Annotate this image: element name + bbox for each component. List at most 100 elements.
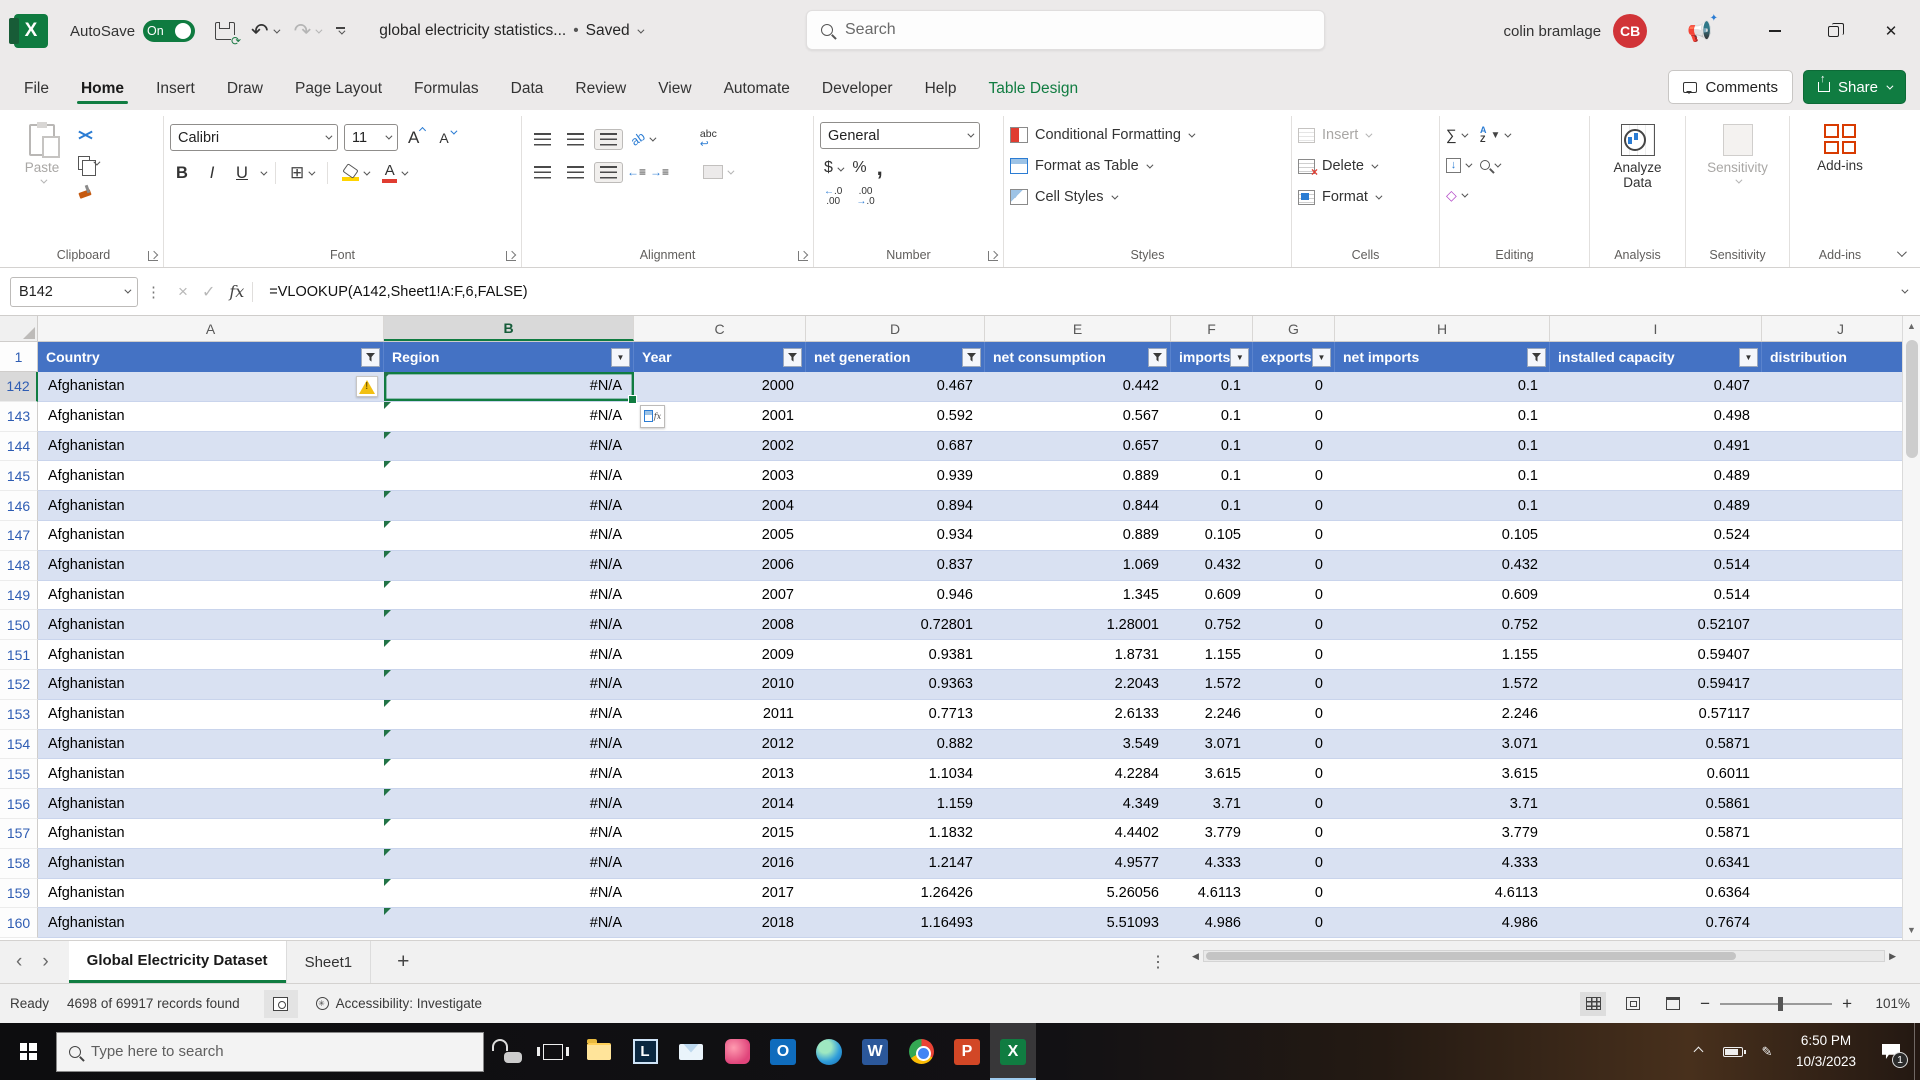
cell[interactable]: #N/A: [384, 640, 634, 669]
cell[interactable]: #N/A: [384, 729, 634, 759]
scroll-right-arrow[interactable]: ▶: [1889, 951, 1896, 962]
cell[interactable]: 3.615: [1171, 759, 1253, 788]
cell[interactable]: 5.51093: [985, 908, 1171, 937]
vertical-scrollbar[interactable]: ▲ ▼: [1902, 316, 1920, 940]
cell[interactable]: Afghanistan: [38, 908, 384, 937]
alignment-dialog-launcher[interactable]: [798, 251, 808, 261]
filter-dropdown-icon[interactable]: ▼: [1230, 347, 1250, 367]
decrease-indent-button[interactable]: ←≡: [627, 165, 646, 179]
accessibility-status[interactable]: Accessibility: Investigate: [315, 996, 482, 1011]
percent-style-button[interactable]: %: [852, 159, 866, 177]
name-box[interactable]: B142: [10, 276, 138, 307]
filter-applied-icon[interactable]: [783, 347, 802, 367]
horizontal-scroll-thumb[interactable]: [1205, 952, 1737, 960]
cell[interactable]: Afghanistan: [38, 461, 384, 490]
grow-font-button[interactable]: A: [404, 126, 429, 148]
cell[interactable]: Afghanistan: [38, 819, 384, 848]
font-dialog-launcher[interactable]: [506, 251, 516, 261]
cell[interactable]: 0: [1253, 610, 1335, 639]
cell[interactable]: 0: [1253, 849, 1335, 878]
column-header-H[interactable]: H: [1335, 316, 1550, 341]
cell[interactable]: 3.71: [1171, 789, 1253, 818]
notification-center-button[interactable]: 1: [1868, 1023, 1914, 1080]
zoom-out-button[interactable]: −: [1700, 994, 1710, 1014]
page-layout-view-button[interactable]: [1620, 992, 1646, 1016]
cell[interactable]: 0.946: [806, 581, 985, 610]
cell[interactable]: 1.26426: [806, 879, 985, 908]
cell[interactable]: [1762, 610, 1920, 639]
cell[interactable]: 4.2284: [985, 759, 1171, 788]
taskbar-app-file-explorer-icon[interactable]: [576, 1023, 622, 1080]
taskbar-app-task-view-icon[interactable]: [530, 1023, 576, 1080]
cell[interactable]: 0: [1253, 908, 1335, 937]
cell[interactable]: 4.9577: [985, 849, 1171, 878]
cell[interactable]: 2014: [634, 789, 806, 818]
cell[interactable]: Afghanistan: [38, 730, 384, 759]
formula-input[interactable]: =VLOOKUP(A142,Sheet1!A:F,6,FALSE): [261, 284, 1893, 300]
autosave-control[interactable]: AutoSave On: [70, 20, 196, 42]
cell[interactable]: 4.6113: [1171, 879, 1253, 908]
ribbon-tab-page-layout[interactable]: Page Layout: [279, 68, 398, 110]
feedback-megaphone-icon[interactable]: 📢 ✦: [1687, 13, 1718, 44]
number-format-combo[interactable]: General: [820, 122, 980, 149]
align-bottom-button[interactable]: [594, 128, 623, 150]
cell[interactable]: 1.572: [1171, 670, 1253, 699]
cell[interactable]: 0.609: [1335, 581, 1550, 610]
cell[interactable]: 0.105: [1335, 521, 1550, 550]
hidden-icons-button[interactable]: [1682, 1023, 1716, 1080]
cell[interactable]: 2010: [634, 670, 806, 699]
ribbon-tab-file[interactable]: File: [8, 68, 65, 110]
taskbar-app-mail-icon[interactable]: [668, 1023, 714, 1080]
cell[interactable]: 4.333: [1171, 849, 1253, 878]
row-header-146[interactable]: 146: [0, 491, 38, 521]
cell[interactable]: [1762, 819, 1920, 848]
cell[interactable]: 0.5861: [1550, 789, 1762, 818]
cell[interactable]: 0.5871: [1550, 730, 1762, 759]
row-header-1[interactable]: 1: [0, 342, 38, 372]
cell[interactable]: 0.1: [1171, 491, 1253, 520]
cell[interactable]: 0.1: [1335, 432, 1550, 461]
scroll-up-arrow[interactable]: ▲: [1903, 316, 1920, 336]
cell[interactable]: 1.069: [985, 551, 1171, 580]
cell[interactable]: 0.1: [1171, 461, 1253, 490]
cell[interactable]: 5.26056: [985, 879, 1171, 908]
filter-applied-icon[interactable]: [1148, 347, 1167, 367]
cell[interactable]: 0.407: [1550, 372, 1762, 401]
horizontal-scrollbar[interactable]: ◀ ▶: [1192, 949, 1896, 963]
cell[interactable]: 0.514: [1550, 581, 1762, 610]
table-header-distribution[interactable]: distribution: [1762, 342, 1920, 372]
autosum-button[interactable]: ∑: [1446, 124, 1470, 146]
cell[interactable]: 1.2147: [806, 849, 985, 878]
taskbar-app-excel-icon[interactable]: X: [990, 1023, 1036, 1080]
cell[interactable]: 3.71: [1335, 789, 1550, 818]
chevron-down-icon[interactable]: [260, 168, 268, 176]
cell[interactable]: 3.549: [985, 730, 1171, 759]
find-select-button[interactable]: [1480, 154, 1509, 176]
normal-view-button[interactable]: [1580, 991, 1607, 1016]
cell[interactable]: 2012: [634, 730, 806, 759]
start-button[interactable]: [0, 1023, 56, 1080]
cell[interactable]: Afghanistan: [38, 670, 384, 699]
cell[interactable]: 0.1: [1335, 461, 1550, 490]
cell[interactable]: [1762, 581, 1920, 610]
cell[interactable]: 0.1: [1335, 372, 1550, 401]
cell[interactable]: 0.1: [1171, 372, 1253, 401]
cell[interactable]: 0.1: [1171, 432, 1253, 461]
row-header-155[interactable]: 155: [0, 759, 38, 790]
cell[interactable]: 0: [1253, 640, 1335, 669]
customize-qat-button[interactable]: [336, 27, 346, 35]
cell[interactable]: 0.1: [1171, 402, 1253, 431]
cell[interactable]: 0.57117: [1550, 700, 1762, 729]
zoom-in-button[interactable]: +: [1842, 994, 1852, 1014]
cell[interactable]: 1.155: [1335, 640, 1550, 669]
cell[interactable]: [1762, 730, 1920, 759]
cell[interactable]: #N/A: [384, 610, 634, 639]
increase-indent-button[interactable]: →≡: [650, 165, 669, 179]
orientation-button[interactable]: ab: [627, 126, 658, 152]
filter-applied-icon[interactable]: [361, 347, 380, 367]
column-header-E[interactable]: E: [985, 316, 1171, 341]
clock[interactable]: 6:50 PM 10/3/2023: [1784, 1031, 1868, 1072]
taskbar-app-pink-app-icon[interactable]: [714, 1023, 760, 1080]
column-header-D[interactable]: D: [806, 316, 985, 341]
zoom-slider[interactable]: [1720, 996, 1833, 1011]
